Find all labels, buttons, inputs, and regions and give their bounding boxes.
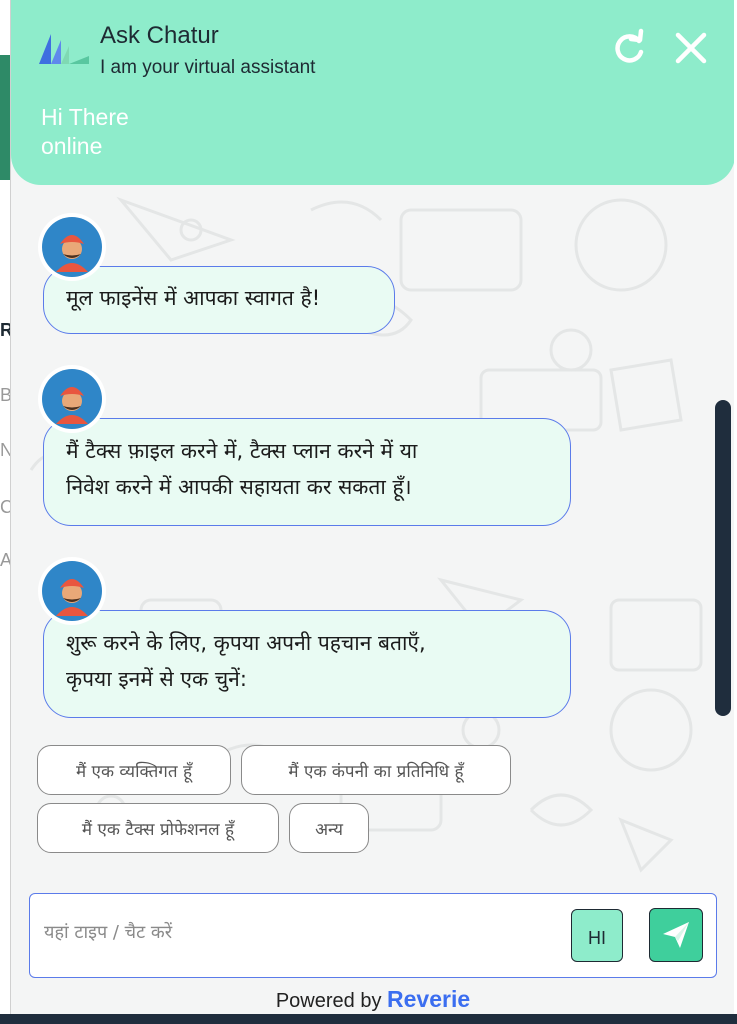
- message-bubble: मैं टैक्स फ़ाइल करने में, टैक्स प्लान कर…: [43, 418, 571, 526]
- paper-plane-send-icon: [663, 922, 689, 948]
- powered-by: Powered by Reverie: [11, 986, 734, 1013]
- quick-reply-chip[interactable]: मैं एक व्यक्तिगत हूँ: [37, 745, 231, 795]
- message-text-line: शुरू करने के लिए, कृपया अपनी पहचान बताएँ…: [66, 631, 426, 655]
- quick-reply-chip[interactable]: मैं एक टैक्स प्रोफेशनल हूँ: [37, 803, 279, 853]
- language-toggle-button[interactable]: HI: [571, 909, 623, 962]
- send-button[interactable]: [649, 908, 703, 962]
- chat-header: Ask Chatur I am your virtual assistant H…: [11, 0, 734, 185]
- message-text-line: कृपया इनमें से एक चुनें:: [66, 667, 247, 691]
- chat-input[interactable]: [44, 912, 554, 952]
- chat-widget: Ask Chatur I am your virtual assistant H…: [10, 0, 734, 1016]
- quick-reply-chip[interactable]: अन्य: [289, 803, 369, 853]
- brand-link[interactable]: Reverie: [387, 986, 470, 1012]
- chat-title: Ask Chatur: [100, 22, 219, 49]
- online-status: online: [41, 133, 103, 159]
- scrollbar-thumb[interactable]: [715, 400, 731, 716]
- chat-subtitle: I am your virtual assistant: [100, 57, 316, 78]
- turban-man-avatar-icon: [41, 560, 103, 622]
- refresh-icon[interactable]: [609, 28, 649, 68]
- powered-by-text: Powered by: [275, 990, 382, 1012]
- message-text-line: मैं टैक्स फ़ाइल करने में, टैक्स प्लान कर…: [66, 439, 418, 463]
- message-bubble: मूल फाइनेंस में आपका स्वागत है!: [43, 266, 395, 334]
- close-icon[interactable]: [671, 28, 711, 68]
- greeting-text: Hi There: [41, 104, 129, 130]
- message-bubble: शुरू करने के लिए, कृपया अपनी पहचान बताएँ…: [43, 610, 571, 718]
- language-label: HI: [588, 928, 606, 948]
- quick-reply-chip[interactable]: मैं एक कंपनी का प्रतिनिधि हूँ: [241, 745, 511, 795]
- bottom-bar: [0, 1014, 737, 1024]
- message-composer: HI: [29, 893, 717, 978]
- turban-man-avatar-icon: [41, 368, 103, 430]
- turban-man-avatar-icon: [41, 216, 103, 278]
- message-text-line: निवेश करने में आपकी सहायता कर सकता हूँ।: [66, 475, 412, 499]
- chatur-logo-icon: [39, 34, 89, 64]
- message-text: मूल फाइनेंस में आपका स्वागत है!: [66, 286, 321, 310]
